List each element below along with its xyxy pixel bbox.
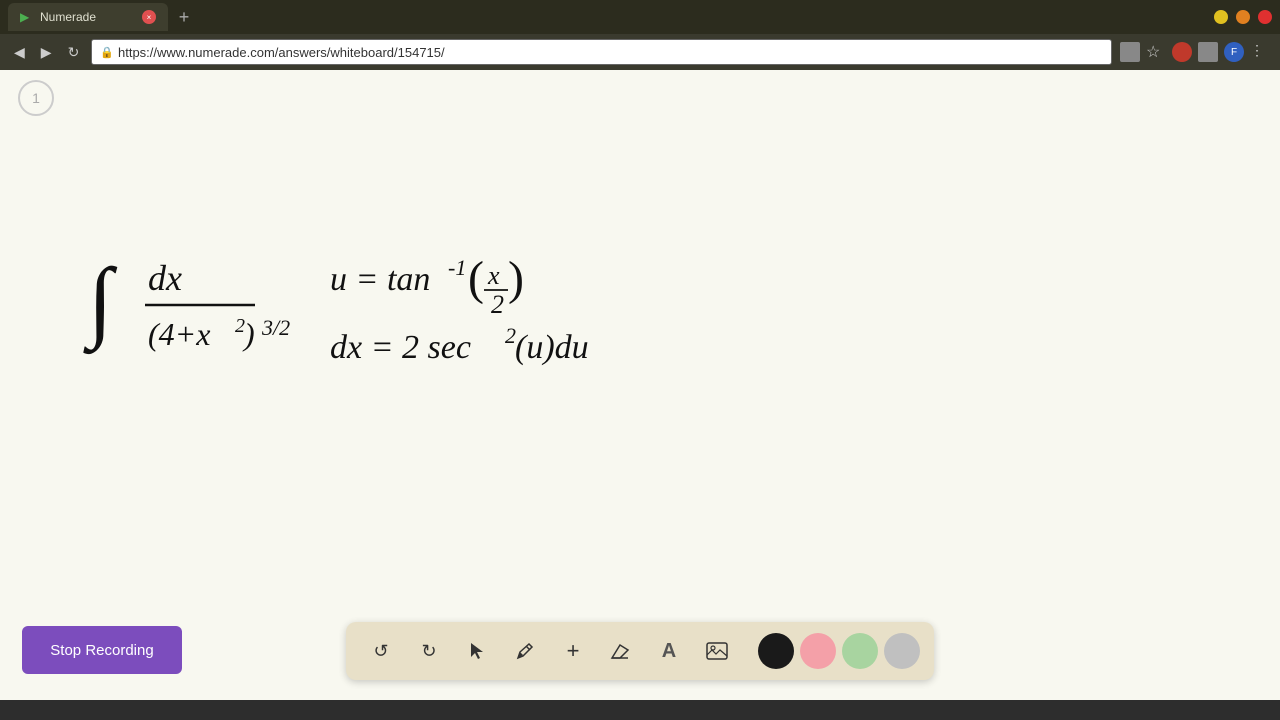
page-number: 1 xyxy=(18,80,54,116)
redo-button[interactable]: ↻ xyxy=(408,630,450,672)
svg-text:-1: -1 xyxy=(448,255,466,280)
stop-recording-button[interactable]: Stop Recording xyxy=(22,626,182,674)
add-button[interactable]: + xyxy=(552,630,594,672)
forward-button[interactable]: ▶ xyxy=(37,42,56,63)
close-button[interactable] xyxy=(1258,10,1272,24)
minimize-button[interactable] xyxy=(1214,10,1228,24)
whiteboard-canvas[interactable]: 1 ∫ dx (4+x 2 ) 3/2 u = tan -1 ( x 2 xyxy=(0,70,1280,700)
select-tool-button[interactable] xyxy=(456,630,498,672)
bookmark-icon[interactable]: ☆ xyxy=(1146,42,1166,62)
svg-text:u = tan: u = tan xyxy=(330,261,430,298)
address-bar: ◀ ▶ ↻ 🔒 https://www.numerade.com/answers… xyxy=(0,34,1280,70)
tab-close-button[interactable]: × xyxy=(142,10,156,24)
image-tool-button[interactable] xyxy=(696,630,738,672)
eraser-button[interactable] xyxy=(600,630,642,672)
cursor-icon xyxy=(467,641,487,661)
svg-text:): ) xyxy=(508,252,524,305)
pen-icon xyxy=(515,641,535,661)
address-input[interactable]: 🔒 https://www.numerade.com/answers/white… xyxy=(91,39,1112,65)
pink-color-button[interactable] xyxy=(800,633,836,669)
eraser-icon xyxy=(610,642,632,660)
gray-color-button[interactable] xyxy=(884,633,920,669)
black-color-button[interactable] xyxy=(758,633,794,669)
green-color-button[interactable] xyxy=(842,633,878,669)
svg-text:dx = 2 sec: dx = 2 sec xyxy=(330,329,471,366)
url-text: https://www.numerade.com/answers/whitebo… xyxy=(118,45,445,60)
record-icon[interactable] xyxy=(1172,42,1192,62)
title-bar: ▶ Numerade × + xyxy=(0,0,1280,34)
svg-text:(4+x: (4+x xyxy=(148,316,210,352)
svg-text:(u)du: (u)du xyxy=(515,329,589,366)
image-icon xyxy=(706,642,728,660)
svg-text:): ) xyxy=(242,316,255,352)
cast-icon[interactable] xyxy=(1120,42,1140,62)
browser-chrome: ▶ Numerade × + ◀ ▶ ↻ 🔒 https://www.numer… xyxy=(0,0,1280,70)
math-content: ∫ dx (4+x 2 ) 3/2 u = tan -1 ( x 2 ) dx … xyxy=(60,200,760,405)
reload-button[interactable]: ↻ xyxy=(64,42,84,63)
svg-text:∫: ∫ xyxy=(83,251,118,355)
back-button[interactable]: ◀ xyxy=(10,42,29,63)
math-svg: ∫ dx (4+x 2 ) 3/2 u = tan -1 ( x 2 ) dx … xyxy=(60,200,760,400)
svg-text:x: x xyxy=(487,261,500,290)
menu-icon[interactable]: ⋮ xyxy=(1250,42,1270,62)
browser-toolbar-icons: ☆ F ⋮ xyxy=(1120,42,1270,62)
maximize-button[interactable] xyxy=(1236,10,1250,24)
window-controls xyxy=(1214,10,1272,24)
pen-tool-button[interactable] xyxy=(504,630,546,672)
svg-text:3/2: 3/2 xyxy=(261,315,290,340)
undo-button[interactable]: ↺ xyxy=(360,630,402,672)
drawing-toolbar: ↺ ↻ + A xyxy=(346,622,934,680)
tab-favicon: ▶ xyxy=(20,10,34,24)
svg-text:dx: dx xyxy=(148,258,182,298)
extensions-icon[interactable] xyxy=(1198,42,1218,62)
text-tool-button[interactable]: A xyxy=(648,630,690,672)
lock-icon: 🔒 xyxy=(100,46,114,59)
svg-text:(: ( xyxy=(468,252,484,305)
new-tab-button[interactable]: + xyxy=(172,5,196,29)
svg-text:2: 2 xyxy=(491,290,504,319)
profile-icon[interactable]: F xyxy=(1224,42,1244,62)
tab-title: Numerade xyxy=(40,10,136,24)
browser-tab[interactable]: ▶ Numerade × xyxy=(8,3,168,31)
